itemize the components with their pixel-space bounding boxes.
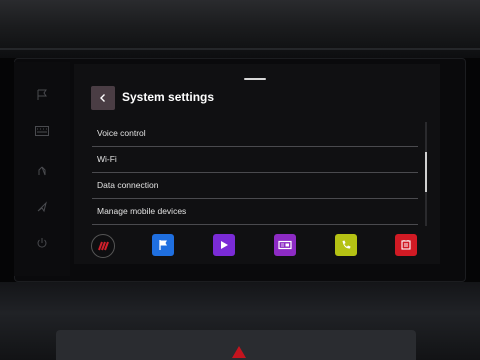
page-title: System settings xyxy=(122,90,215,104)
menu-item-data-connection[interactable]: Data connection xyxy=(92,173,418,199)
menu-item-label: Voice control xyxy=(97,128,146,138)
chevron-left-icon xyxy=(100,94,105,102)
menu-item-wifi[interactable]: Wi-Fi xyxy=(92,147,418,173)
scrollbar-thumb[interactable] xyxy=(425,152,427,192)
dock-media-button[interactable] xyxy=(213,234,235,256)
keyboard-icon[interactable] xyxy=(31,124,53,138)
power-icon[interactable] xyxy=(31,236,53,250)
navigation-arrow-icon[interactable] xyxy=(31,200,53,214)
vehicle-info-icon xyxy=(401,240,411,250)
menu-item-label: Data connection xyxy=(97,180,159,190)
dock-vehicle-button[interactable] xyxy=(395,234,417,256)
menu-item-voice-control[interactable]: Voice control xyxy=(92,121,418,147)
pull-down-handle[interactable] xyxy=(244,78,266,80)
dock-radio-button[interactable] xyxy=(274,234,296,256)
menu-item-label: Wi-Fi xyxy=(97,154,117,164)
hand-icon[interactable] xyxy=(31,164,53,178)
menu-item-manage-mobile-devices[interactable]: Manage mobile devices xyxy=(92,199,418,225)
dock-phone-button[interactable] xyxy=(335,234,357,256)
menu-item-label: Manage mobile devices xyxy=(97,206,187,216)
back-button[interactable] xyxy=(91,86,115,110)
brand-menu-icon xyxy=(98,241,109,251)
navigation-flag-icon xyxy=(159,240,167,250)
phone-icon xyxy=(342,240,351,249)
flag-icon[interactable] xyxy=(31,88,53,102)
hazard-icon[interactable] xyxy=(232,346,246,358)
dashboard-bezel-top xyxy=(0,0,480,58)
dock-navigation-button[interactable] xyxy=(152,234,174,256)
media-play-icon xyxy=(221,241,228,249)
dock-home-button[interactable] xyxy=(91,234,115,258)
radio-icon xyxy=(278,240,292,250)
